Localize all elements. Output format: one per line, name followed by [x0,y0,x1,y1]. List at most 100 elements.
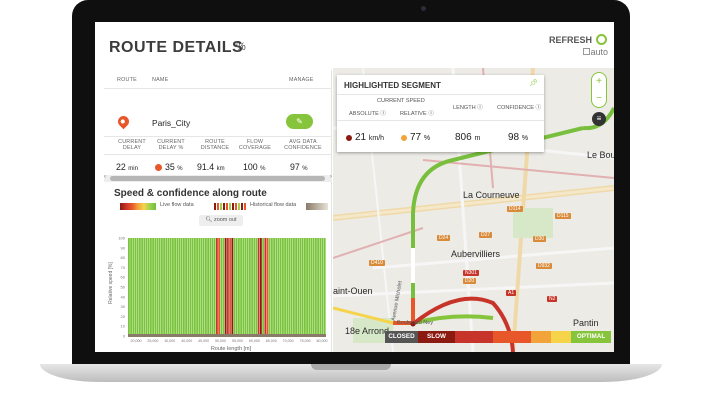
refresh-button[interactable]: REFRESH [549,35,592,45]
speed-bar[interactable] [128,238,130,336]
speed-bar[interactable] [198,238,201,336]
speed-bar[interactable] [244,238,247,336]
scroll-left-icon[interactable]: ‹ [104,174,106,180]
speed-bar[interactable] [152,238,154,336]
speed-bar[interactable] [150,238,152,336]
speed-bar[interactable] [242,238,245,336]
link-icon[interactable]: % [236,41,246,53]
pin-icon[interactable]: 📌︎ [529,79,538,87]
speed-bar[interactable] [176,238,179,336]
speed-bar[interactable] [227,238,229,336]
speed-bar[interactable] [158,238,161,336]
speed-bar[interactable] [180,238,183,336]
speed-bar[interactable] [191,238,194,336]
speed-bar[interactable] [295,238,297,336]
route-map[interactable]: La Courneuve Aubervilliers Le Bourget ai… [333,68,614,352]
speed-bar[interactable] [264,238,267,336]
scroll-thumb[interactable] [110,176,325,181]
speed-bar[interactable] [251,238,253,336]
speed-bar[interactable] [249,238,251,336]
speed-bar[interactable] [145,238,148,336]
speed-bar[interactable] [147,238,150,336]
speed-bar[interactable] [178,238,181,336]
speed-bar[interactable] [134,238,137,336]
speed-bar[interactable] [323,238,326,336]
layers-icon[interactable]: ≡ [592,112,606,126]
zoom-out-icon[interactable]: − [592,92,606,106]
zoom-out-button[interactable]: 🔍︎ zoom out [199,215,243,226]
speed-bar[interactable] [207,238,209,336]
speed-bar[interactable] [154,238,157,336]
speed-bar[interactable] [136,238,139,336]
speed-bar[interactable] [156,238,159,336]
speed-bar[interactable] [165,238,168,336]
speed-bar[interactable] [266,238,269,336]
speed-bar[interactable] [306,238,308,336]
speed-bar[interactable] [262,238,264,336]
speed-bar[interactable] [130,238,132,336]
speed-bar[interactable] [299,238,302,336]
speed-bar[interactable] [213,238,216,336]
info-icon[interactable]: ⓘ [380,111,386,117]
speed-bar[interactable] [169,238,172,336]
speed-bar[interactable] [293,238,295,336]
speed-bar[interactable] [271,238,273,336]
speed-bar[interactable] [161,238,163,336]
speed-bar[interactable] [200,238,203,336]
speed-bar[interactable] [209,238,212,336]
speed-bar[interactable] [132,238,135,336]
speed-bar[interactable] [143,238,146,336]
speed-bar[interactable] [279,238,282,336]
speed-bar[interactable] [301,238,304,336]
info-icon[interactable]: ⓘ [536,105,542,111]
speed-bar[interactable] [218,238,220,336]
speed-bar[interactable] [284,238,286,336]
speed-bar[interactable] [255,238,258,336]
speed-bar[interactable] [257,238,260,336]
speed-bar[interactable] [253,238,256,336]
speed-bar[interactable] [187,238,190,336]
speed-bar[interactable] [308,238,311,336]
speed-bar[interactable] [277,238,280,336]
speed-bar[interactable] [275,238,278,336]
speed-bar[interactable] [310,238,313,336]
speed-bar[interactable] [235,238,238,336]
speed-bar[interactable] [163,238,165,336]
speed-bar[interactable] [282,238,284,336]
info-icon[interactable]: ⓘ [428,111,434,117]
speed-bar[interactable] [139,238,141,336]
info-icon[interactable]: ⓘ [477,105,483,111]
speed-bar[interactable] [321,238,324,336]
speed-bar[interactable] [297,238,300,336]
speed-bar[interactable] [196,238,198,336]
speed-bar[interactable] [233,238,236,336]
speed-bar[interactable] [268,238,271,336]
speed-bar[interactable] [222,238,225,336]
speed-bar[interactable] [229,238,231,336]
speed-bar[interactable] [211,238,214,336]
speed-bar[interactable] [286,238,289,336]
speed-bar[interactable] [260,238,262,336]
speed-bar[interactable] [290,238,293,336]
speed-bar[interactable] [185,238,187,336]
speed-bar[interactable] [312,238,315,336]
speed-bar[interactable] [319,238,322,336]
speed-bar[interactable] [224,238,227,336]
speed-bar[interactable] [273,238,275,336]
speed-bar[interactable] [231,238,234,336]
speed-bar[interactable] [288,238,291,336]
speed-bar[interactable] [238,238,240,336]
refresh-icon[interactable] [596,34,607,45]
scroll-right-icon[interactable]: › [330,174,332,180]
speed-bar[interactable] [220,238,223,336]
speed-bar[interactable] [317,238,319,336]
speed-bar[interactable] [183,238,185,336]
speed-bar[interactable] [240,238,242,336]
speed-bar[interactable] [189,238,192,336]
auto-refresh-checkbox[interactable] [583,48,590,55]
speed-bar[interactable] [172,238,174,336]
route-name[interactable]: Paris_City [152,118,190,128]
speed-bar[interactable] [194,238,196,336]
speed-bar[interactable] [205,238,207,336]
speed-bar[interactable] [216,238,218,336]
